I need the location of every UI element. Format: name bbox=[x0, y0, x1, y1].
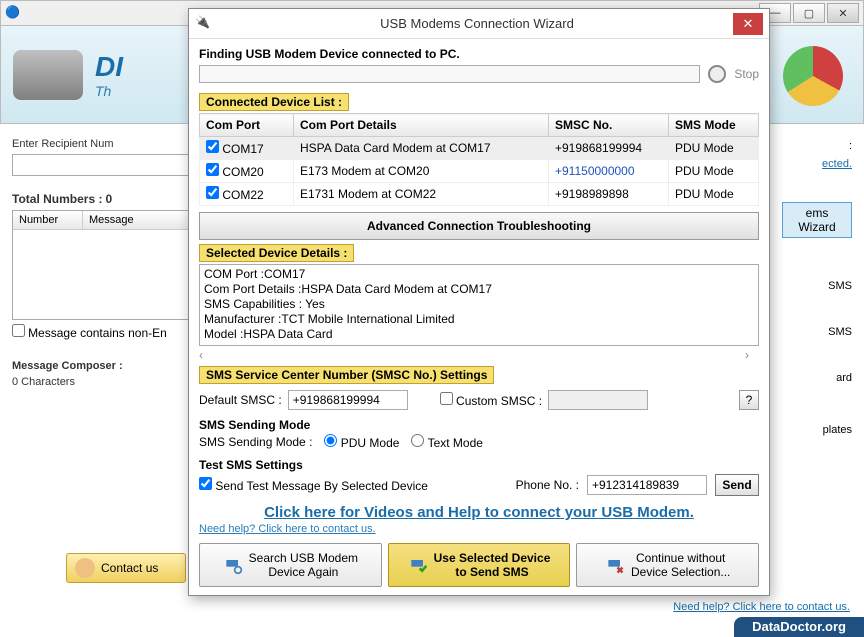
search-again-button[interactable]: Search USB Modem Device Again bbox=[199, 543, 382, 587]
th-details: Com Port Details bbox=[294, 114, 549, 137]
phone-input[interactable] bbox=[587, 475, 707, 495]
row-checkbox[interactable] bbox=[206, 140, 219, 153]
phone-label: Phone No. : bbox=[516, 478, 579, 492]
modem-icon bbox=[13, 50, 83, 100]
contact-help-link[interactable]: Need help? Click here to contact us. bbox=[199, 523, 759, 535]
recipient-label: Enter Recipient Num bbox=[12, 138, 212, 150]
pdu-mode-radio[interactable]: PDU Mode bbox=[324, 434, 399, 450]
col-number: Number bbox=[13, 211, 83, 229]
table-row[interactable]: COM17HSPA Data Card Modem at COM17+91986… bbox=[200, 137, 759, 160]
modal-title: USB Modems Connection Wizard bbox=[221, 16, 733, 31]
use-selected-button[interactable]: Use Selected Device to Send SMS bbox=[388, 543, 571, 587]
row-checkbox[interactable] bbox=[206, 163, 219, 176]
finding-label: Finding USB Modem Device connected to PC… bbox=[199, 47, 759, 61]
selected-details-label: Selected Device Details : bbox=[199, 244, 354, 262]
detail-line: COM Port :COM17 bbox=[204, 267, 754, 282]
custom-smsc-input bbox=[548, 390, 648, 410]
detail-line: Model :HSPA Data Card bbox=[204, 327, 754, 342]
brand-footer: DataDoctor.org bbox=[734, 617, 864, 637]
banner-subtitle: Th bbox=[95, 83, 123, 99]
smsc-help-button[interactable]: ? bbox=[739, 390, 759, 410]
modal-close-button[interactable]: ✕ bbox=[733, 13, 763, 35]
default-smsc-label: Default SMSC : bbox=[199, 393, 282, 407]
connection-wizard-modal: 🔌 USB Modems Connection Wizard ✕ Finding… bbox=[188, 8, 770, 596]
th-smsc: SMSC No. bbox=[549, 114, 669, 137]
smsc-section-label: SMS Service Center Number (SMSC No.) Set… bbox=[199, 366, 494, 384]
table-row[interactable]: COM22E1731 Modem at COM22+9198989898PDU … bbox=[200, 183, 759, 206]
modal-icon: 🔌 bbox=[195, 15, 213, 33]
finding-progress bbox=[199, 65, 700, 83]
advanced-troubleshooting-button[interactable]: Advanced Connection Troubleshooting bbox=[199, 212, 759, 240]
close-button[interactable]: ✕ bbox=[827, 3, 859, 23]
device-table[interactable]: Com Port Com Port Details SMSC No. SMS M… bbox=[199, 113, 759, 206]
detail-line: Com Port Details :HSPA Data Card Modem a… bbox=[204, 282, 754, 297]
composer-count: 0 Characters bbox=[12, 376, 212, 388]
help-link[interactable]: Need help? Click here to contact us. bbox=[673, 601, 850, 613]
stop-label: Stop bbox=[734, 67, 759, 81]
stop-icon[interactable] bbox=[708, 65, 726, 83]
numbers-grid[interactable]: Number Message bbox=[12, 210, 212, 320]
modal-titlebar: 🔌 USB Modems Connection Wizard ✕ bbox=[189, 9, 769, 39]
selected-details-box[interactable]: COM Port :COM17Com Port Details :HSPA Da… bbox=[199, 264, 759, 346]
pie-chart-icon bbox=[783, 46, 843, 106]
wizard-tab[interactable]: emsWizard bbox=[782, 202, 852, 238]
scroll-right-icon[interactable]: › bbox=[745, 348, 759, 362]
right-strip: : ected. emsWizard SMS SMS ard plates bbox=[782, 134, 852, 442]
send-button[interactable]: Send bbox=[715, 474, 759, 496]
contact-us-button[interactable]: Contact us bbox=[66, 553, 186, 583]
th-mode: SMS Mode bbox=[669, 114, 759, 137]
connected-list-label: Connected Device List : bbox=[199, 93, 349, 111]
detail-line: Manufacturer :TCT Mobile International L… bbox=[204, 312, 754, 327]
usb-check-icon bbox=[408, 555, 428, 575]
table-row[interactable]: COM20E173 Modem at COM20+91150000000PDU … bbox=[200, 160, 759, 183]
th-port: Com Port bbox=[200, 114, 294, 137]
detail-line: SMS Capabilities : Yes bbox=[204, 297, 754, 312]
text-mode-radio[interactable]: Text Mode bbox=[411, 434, 482, 450]
composer-label: Message Composer : bbox=[12, 360, 212, 372]
usb-x-icon bbox=[605, 555, 625, 575]
app-icon: 🔵 bbox=[5, 5, 21, 21]
default-smsc-input[interactable] bbox=[288, 390, 408, 410]
sending-mode-sublabel: SMS Sending Mode : bbox=[199, 435, 312, 449]
send-test-checkbox[interactable]: Send Test Message By Selected Device bbox=[199, 477, 428, 493]
continue-without-button[interactable]: Continue without Device Selection... bbox=[576, 543, 759, 587]
test-sms-label: Test SMS Settings bbox=[199, 458, 759, 472]
maximize-button[interactable]: ▢ bbox=[793, 3, 825, 23]
video-help-link[interactable]: Click here for Videos and Help to connec… bbox=[199, 504, 759, 521]
sending-mode-label: SMS Sending Mode bbox=[199, 418, 759, 432]
recipient-input[interactable] bbox=[12, 154, 212, 176]
total-numbers-label: Total Numbers : 0 bbox=[12, 192, 212, 206]
scroll-left-icon[interactable]: ‹ bbox=[199, 348, 213, 362]
non-english-checkbox[interactable]: Message contains non-En bbox=[12, 328, 167, 340]
custom-smsc-checkbox[interactable]: Custom SMSC : bbox=[440, 392, 542, 408]
row-checkbox[interactable] bbox=[206, 186, 219, 199]
usb-search-icon bbox=[223, 555, 243, 575]
avatar-icon bbox=[75, 558, 95, 578]
banner-title: DI bbox=[95, 51, 123, 83]
